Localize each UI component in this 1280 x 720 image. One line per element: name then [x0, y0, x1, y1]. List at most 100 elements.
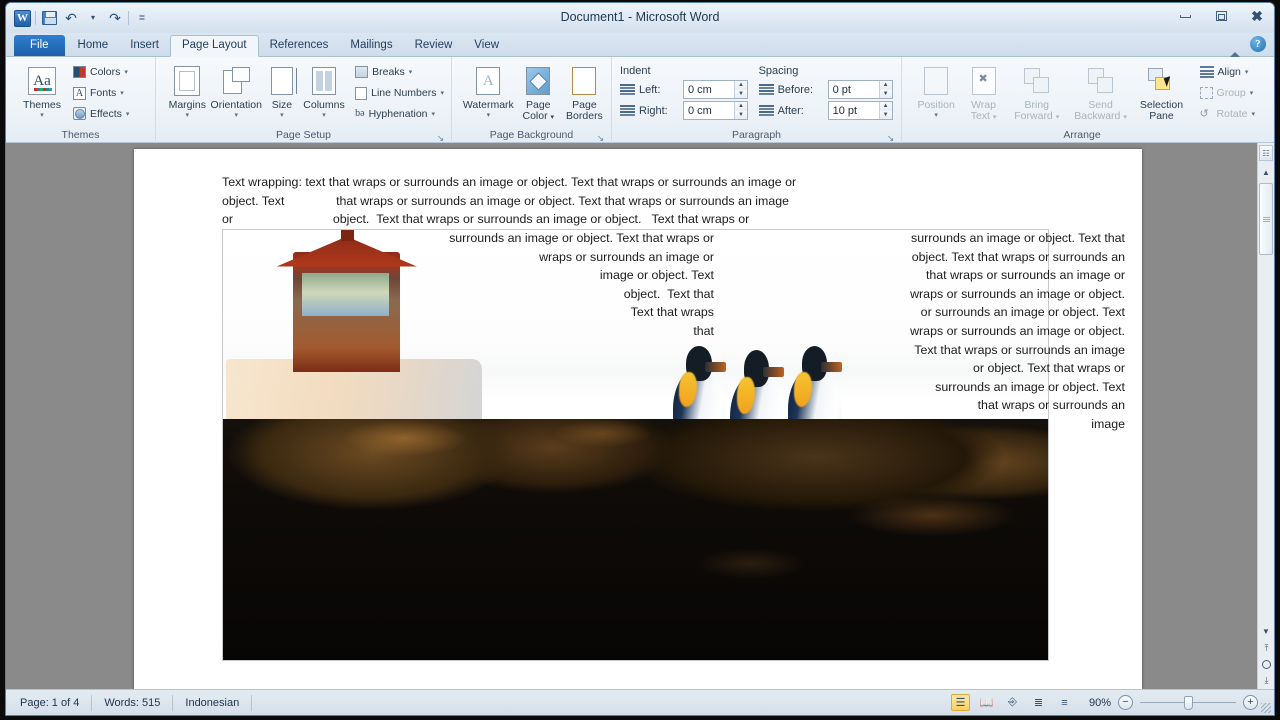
indent-left-input[interactable] — [684, 81, 734, 98]
scroll-down-arrow-icon[interactable]: ▼ — [1259, 624, 1273, 639]
position-button[interactable]: Position ▾ — [912, 62, 960, 119]
tab-page-layout[interactable]: Page Layout — [169, 34, 259, 57]
hyphenation-button[interactable]: bə Hyphenation ▾ — [352, 103, 447, 124]
tab-review[interactable]: Review — [404, 36, 464, 57]
chevron-down-icon[interactable]: ▾ — [186, 112, 190, 119]
document-page[interactable]: Text wrapping: text that wraps or surrou… — [134, 149, 1142, 689]
zoom-slider[interactable] — [1140, 695, 1236, 710]
document-text-right-column[interactable]: surrounds an image or object. Text that … — [789, 229, 1139, 434]
align-button[interactable]: Align ▾ — [1197, 62, 1258, 83]
chevron-down-icon[interactable]: ▾ — [1250, 89, 1254, 97]
margins-button[interactable]: Margins ▾ — [166, 62, 209, 119]
tab-home[interactable]: Home — [67, 36, 120, 57]
resize-grip[interactable] — [1261, 703, 1271, 713]
help-icon[interactable]: ? — [1250, 36, 1266, 52]
full-screen-reading-view-icon[interactable]: 📖 — [977, 694, 996, 711]
spacing-after-spin-buttons[interactable]: ▲ ▼ — [878, 102, 892, 119]
collapse-ribbon-icon[interactable] — [1230, 35, 1240, 57]
indent-right-spin-buttons[interactable]: ▲ ▼ — [734, 102, 747, 119]
paragraph-dialog-launcher-icon[interactable]: ↘ — [886, 133, 895, 143]
tab-references[interactable]: References — [259, 36, 340, 57]
indent-left-spin-buttons[interactable]: ▲ ▼ — [734, 81, 747, 98]
columns-button[interactable]: Columns ▾ — [302, 62, 346, 119]
mid-line-4: object. Text that — [623, 286, 714, 301]
zoom-in-button[interactable]: + — [1243, 695, 1258, 710]
scrollbar-thumb[interactable] — [1259, 183, 1273, 255]
line-numbers-button[interactable]: Line Numbers ▾ — [352, 83, 447, 104]
tab-insert[interactable]: Insert — [119, 36, 170, 57]
zoom-level[interactable]: 90% — [1081, 697, 1111, 709]
zoom-slider-thumb[interactable] — [1184, 695, 1193, 710]
line-numbers-label: Line Numbers — [371, 87, 437, 99]
align-icon — [1199, 66, 1214, 79]
page-borders-button[interactable]: Page Borders — [562, 62, 607, 122]
draft-view-icon[interactable]: ≡ — [1055, 694, 1074, 711]
page-indicator[interactable]: Page: 1 of 4 — [16, 694, 93, 711]
theme-effects-button[interactable]: Effects ▾ — [70, 103, 132, 124]
split-window-icon[interactable]: ☷ — [1259, 145, 1273, 161]
chevron-down-icon[interactable]: ▾ — [1245, 68, 1249, 76]
scroll-up-arrow-icon[interactable]: ▲ — [1259, 165, 1273, 180]
tab-view[interactable]: View — [463, 36, 510, 57]
size-button[interactable]: Size ▾ — [264, 62, 300, 119]
spacing-before-spin-buttons[interactable]: ▲ ▼ — [878, 81, 892, 98]
indent-left-stepper[interactable]: ▲▼ — [683, 80, 748, 99]
language-indicator[interactable]: Indonesian — [173, 694, 253, 711]
tab-file[interactable]: File — [14, 34, 65, 56]
orientation-button[interactable]: Orientation ▾ — [211, 62, 262, 119]
indent-right-stepper[interactable]: ▲▼ — [683, 101, 748, 120]
document-text-middle-column[interactable]: surrounds an image or object. Text that … — [434, 229, 714, 341]
orientation-label: Orientation — [210, 99, 262, 111]
wrap-text-button[interactable]: WrapText ▾ — [962, 62, 1005, 123]
minimize-button[interactable] — [1174, 8, 1196, 24]
outline-view-icon[interactable]: ≣ — [1029, 694, 1048, 711]
chevron-down-icon[interactable]: ▾ — [234, 112, 238, 119]
next-page-icon[interactable]: ⤓ — [1260, 674, 1273, 687]
word-count[interactable]: Words: 515 — [92, 694, 174, 711]
zoom-out-button[interactable]: − — [1118, 695, 1133, 710]
spacing-after-input[interactable] — [828, 102, 879, 119]
breaks-icon — [355, 66, 369, 79]
theme-fonts-button[interactable]: A Fonts ▾ — [70, 83, 132, 104]
breaks-button[interactable]: Breaks ▾ — [352, 62, 447, 83]
selection-pane-button[interactable]: Selection Pane — [1134, 62, 1188, 122]
group-button[interactable]: Group ▾ — [1197, 83, 1258, 104]
chevron-down-icon[interactable]: ▾ — [126, 110, 130, 118]
send-backward-button[interactable]: Send Backward ▾ — [1069, 62, 1133, 123]
main-window: W ↶ ▾ ↷ ≣ Document1 - Microsoft Word ✖ F… — [5, 2, 1275, 716]
print-layout-view-icon[interactable]: ☰ — [951, 694, 970, 711]
page-background-dialog-launcher-icon[interactable]: ↘ — [596, 133, 605, 143]
tab-mailings[interactable]: Mailings — [339, 36, 403, 57]
watermark-button[interactable]: A Watermark ▾ — [462, 62, 515, 119]
page-setup-dialog-launcher-icon[interactable]: ↘ — [436, 133, 445, 143]
web-layout-view-icon[interactable]: ⎆ — [1003, 694, 1022, 711]
spacing-after-stepper[interactable]: ▲▼ — [827, 101, 893, 120]
page-color-button[interactable]: Page Color ▾ — [517, 62, 560, 123]
vertical-scrollbar[interactable]: ☷ ▲ ▼ ⤒ ⤓ — [1257, 143, 1274, 691]
group-label-paragraph-text: Paragraph — [731, 129, 782, 141]
previous-page-icon[interactable]: ⤒ — [1260, 642, 1273, 655]
spacing-before-input[interactable] — [828, 81, 879, 98]
rotate-button[interactable]: ↺ Rotate ▾ — [1197, 103, 1258, 124]
chevron-down-icon[interactable]: ▾ — [1251, 110, 1255, 118]
chevron-down-icon[interactable]: ▾ — [280, 112, 284, 119]
close-button[interactable]: ✖ — [1246, 8, 1268, 24]
chevron-down-icon[interactable]: ▾ — [322, 112, 326, 119]
chevron-down-icon[interactable]: ▾ — [409, 68, 413, 76]
chevron-down-icon[interactable]: ▾ — [120, 89, 124, 97]
maximize-button[interactable] — [1210, 8, 1232, 24]
right-line-6: wraps or surrounds an image or object. — [910, 323, 1125, 338]
bring-forward-button[interactable]: Bring Forward ▾ — [1007, 62, 1067, 123]
themes-dropdown-arrow[interactable]: ▾ — [40, 112, 44, 119]
themes-button[interactable]: Aa Themes ▾ — [16, 62, 68, 119]
spacing-before-stepper[interactable]: ▲▼ — [827, 80, 893, 99]
chevron-down-icon[interactable]: ▾ — [432, 110, 436, 118]
indent-right-input[interactable] — [684, 102, 734, 119]
chevron-down-icon[interactable]: ▾ — [487, 112, 491, 119]
chevron-down-icon[interactable]: ▾ — [124, 68, 128, 76]
select-browse-object-icon[interactable] — [1260, 658, 1273, 671]
theme-colors-button[interactable]: Colors ▾ — [70, 62, 132, 83]
chevron-down-icon[interactable]: ▾ — [934, 112, 938, 119]
chevron-down-icon[interactable]: ▾ — [440, 89, 444, 97]
document-text-top[interactable]: Text wrapping: text that wraps or surrou… — [222, 173, 1128, 229]
